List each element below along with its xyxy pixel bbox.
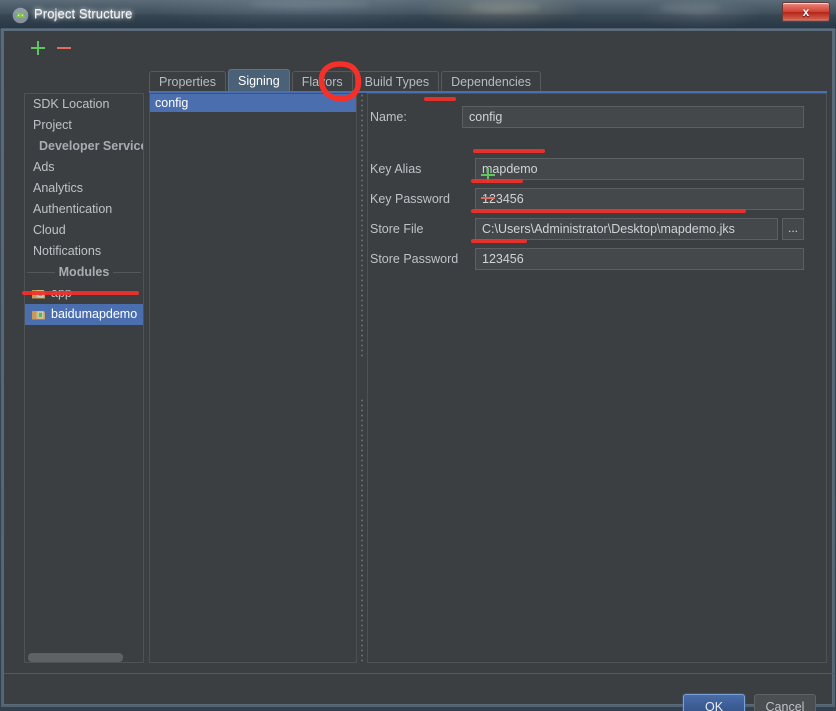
close-button[interactable]: x: [782, 2, 830, 22]
splitter-handle[interactable]: [358, 359, 366, 397]
sidebar-item-notifications[interactable]: Notifications: [25, 241, 143, 262]
sidebar-remove-button[interactable]: [54, 38, 74, 58]
field-row-name: Name:: [368, 106, 828, 128]
ok-button[interactable]: OK: [683, 694, 745, 711]
remove-signing-config-button[interactable]: [479, 189, 497, 207]
key-alias-input[interactable]: [475, 158, 804, 180]
sidebar-section-modules: Modules: [25, 262, 143, 283]
sidebar-toolbar: [14, 36, 134, 60]
panel-splitter[interactable]: [357, 93, 367, 663]
project-structure-window: Project Structure x SDK Location Project D…: [0, 0, 836, 711]
signing-detail-form: Name: Key Alias Key Password: [367, 93, 827, 663]
add-signing-config-button[interactable]: [479, 166, 497, 184]
store-file-input[interactable]: [475, 218, 778, 240]
close-icon: x: [802, 5, 810, 19]
field-row-key-alias: Key Alias: [368, 158, 828, 180]
tab-build-types[interactable]: Build Types: [354, 71, 440, 92]
cancel-button[interactable]: Cancel: [754, 694, 816, 711]
key-password-input[interactable]: [475, 188, 804, 210]
sidebar-item-app[interactable]: app: [25, 283, 143, 304]
field-row-key-password: Key Password: [368, 188, 828, 210]
tab-flavors[interactable]: Flavors: [291, 71, 353, 92]
tab-signing[interactable]: Signing: [227, 69, 290, 92]
label-key-alias: Key Alias: [370, 162, 422, 176]
signing-config-list[interactable]: config: [149, 93, 357, 663]
window-titlebar[interactable]: Project Structure x: [0, 0, 836, 30]
store-password-input[interactable]: [475, 248, 804, 270]
field-row-store-password: Store Password: [368, 248, 828, 270]
dialog-content: SDK Location Project Developer Service Ads A…: [4, 31, 834, 711]
sidebar-item-baidumapdemo[interactable]: baidumapdemo: [25, 304, 143, 325]
sidebar-item-label: baidumapdemo: [51, 307, 138, 321]
window-client-area: SDK Location Project Developer Service Ads A…: [3, 30, 834, 711]
sidebar-item-sdk-location[interactable]: SDK Location: [25, 94, 143, 115]
sidebar-add-button[interactable]: [28, 38, 48, 58]
label-key-password: Key Password: [370, 192, 450, 206]
label-store-file: Store File: [370, 222, 424, 236]
label-name: Name:: [370, 110, 407, 124]
footer-separator: [4, 673, 834, 674]
sidebar-horizontal-scrollbar[interactable]: [28, 653, 123, 662]
sidebar-item-cloud[interactable]: Cloud: [25, 220, 143, 241]
tab-bar: Properties Signing Flavors Build Types Depen…: [149, 69, 543, 92]
sidebar-item-label: app: [51, 286, 72, 300]
signing-panel: config Name: Key Alias: [149, 93, 827, 663]
tab-properties[interactable]: Properties: [149, 71, 226, 92]
name-input[interactable]: [462, 106, 804, 128]
sidebar-item-ads[interactable]: Ads: [25, 157, 143, 178]
sidebar-item-analytics[interactable]: Analytics: [25, 178, 143, 199]
tab-dependencies[interactable]: Dependencies: [441, 71, 541, 92]
android-studio-icon: [12, 7, 29, 24]
signing-config-item[interactable]: config: [150, 94, 356, 112]
sidebar-tree[interactable]: SDK Location Project Developer Service Ads A…: [24, 93, 144, 663]
sidebar-item-authentication[interactable]: Authentication: [25, 199, 143, 220]
window-title: Project Structure: [34, 6, 133, 21]
sidebar-section-label: Modules: [58, 265, 110, 279]
module-icon: [32, 289, 45, 299]
field-row-store-file: Store File ...: [368, 218, 828, 240]
sidebar-item-project[interactable]: Project: [25, 115, 143, 136]
module-icon: [32, 310, 45, 320]
sidebar-item-developer-service: Developer Service: [39, 139, 144, 153]
label-store-password: Store Password: [370, 252, 459, 266]
browse-file-button[interactable]: ...: [782, 218, 804, 240]
